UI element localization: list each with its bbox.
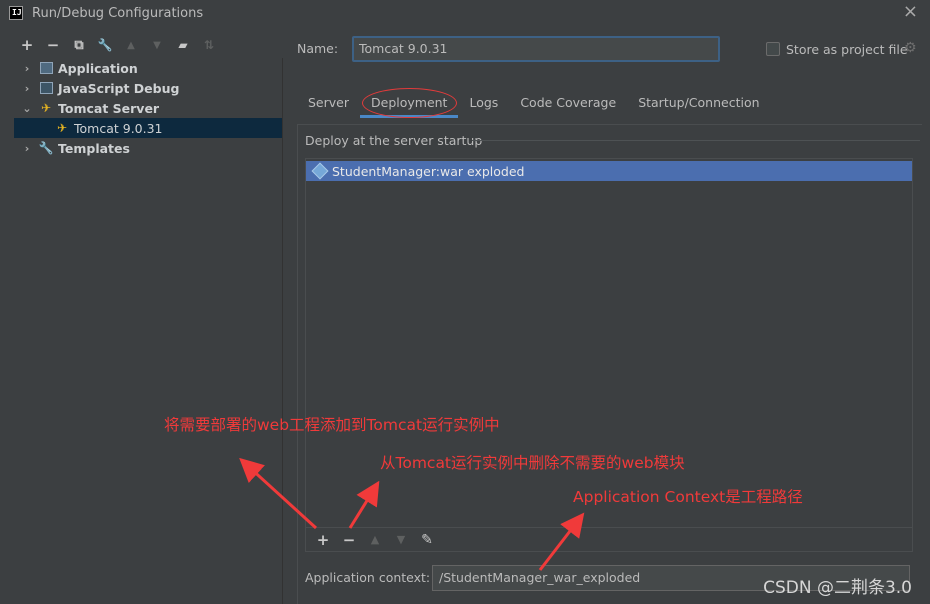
arrow-to-add-button [239, 457, 318, 530]
annotation-arrows [239, 457, 585, 571]
watermark: CSDN @二荆条3.0 [763, 578, 912, 598]
arrow-to-context-field [538, 512, 585, 571]
arrow-to-remove-button [348, 480, 380, 529]
